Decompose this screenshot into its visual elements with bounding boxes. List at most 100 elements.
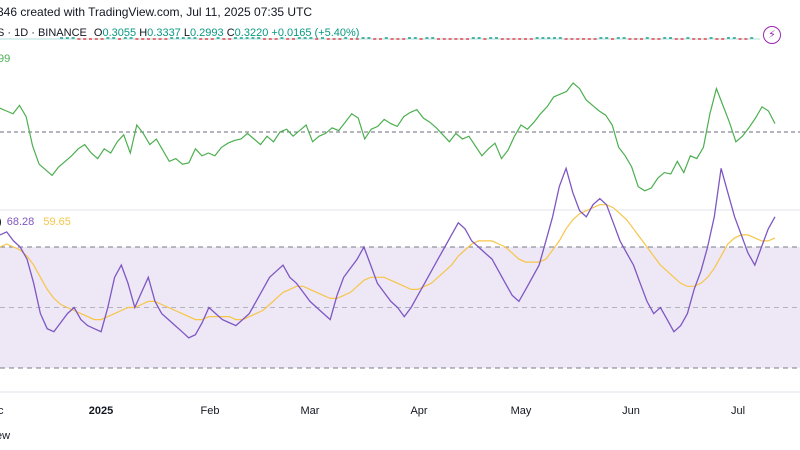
ribbon-candle <box>158 38 162 40</box>
ribbon-candle <box>268 38 272 40</box>
ribbon-candle <box>709 37 713 39</box>
indicator-line <box>0 82 776 192</box>
ribbon-candle <box>437 38 440 40</box>
time-axis-label: c <box>0 405 4 417</box>
ribbon-candle <box>645 37 649 39</box>
ribbon-candle <box>280 37 284 39</box>
ribbon-candle <box>587 38 591 40</box>
ribbon-candle <box>361 37 365 39</box>
ribbon-candle <box>674 38 678 40</box>
ribbon-candle <box>686 37 690 39</box>
chart-canvas[interactable]: c 2025 Feb Mar Apr May Jun Jul <box>0 0 800 450</box>
ribbon-candle <box>425 37 429 39</box>
ribbon-candle <box>454 38 458 40</box>
ribbon-candle <box>65 37 69 39</box>
ribbon-candle <box>228 38 232 40</box>
time-axis-label: Jul <box>731 405 745 417</box>
ribbon-candle <box>326 38 330 40</box>
ribbon-candle <box>245 37 249 39</box>
ribbon-candle <box>732 37 736 39</box>
ribbon-candle <box>593 38 597 40</box>
ribbon-candle <box>524 38 527 40</box>
ribbon-candle <box>390 38 394 40</box>
ribbon-candle <box>419 38 423 40</box>
ribbon-candle <box>576 38 580 40</box>
ribbon-candle <box>152 38 156 40</box>
ribbon-candle <box>599 37 603 39</box>
ribbon-candle <box>332 38 336 40</box>
ribbon-candle <box>355 38 359 40</box>
ribbon-candle <box>176 37 179 39</box>
ribbon-candle <box>199 38 203 40</box>
ribbon-candle <box>622 37 626 39</box>
ribbon-candle <box>263 38 266 40</box>
ribbon-candle <box>460 38 464 40</box>
ribbon-candle <box>83 38 87 40</box>
ribbon-candle <box>239 37 243 39</box>
ribbon-candle <box>274 38 278 40</box>
footer-view-label[interactable]: ew <box>0 430 10 442</box>
ribbon-candle <box>118 38 121 40</box>
ribbon-candle <box>721 38 725 40</box>
ribbon-candle <box>402 38 406 40</box>
time-axis[interactable]: c 2025 Feb Mar Apr May Jun Jul <box>0 405 745 417</box>
ribbon-candle <box>738 38 742 40</box>
ribbon-candle <box>309 37 313 39</box>
ribbon-candle <box>187 37 191 39</box>
ribbon-candle <box>303 37 307 39</box>
ribbon-candle <box>379 38 382 40</box>
time-axis-label: Jun <box>622 405 640 417</box>
ribbon-candle <box>205 38 208 40</box>
ribbon-candle <box>164 38 168 40</box>
time-axis-label: Apr <box>410 405 427 417</box>
ribbon-candle <box>466 38 469 40</box>
ribbon-candle <box>483 38 487 40</box>
ribbon-candle <box>181 37 185 39</box>
ribbon-candle <box>663 37 667 39</box>
ribbon-candle <box>396 38 400 40</box>
ribbon-candle <box>692 38 696 40</box>
ribbon-candle <box>135 38 139 40</box>
ribbon-candle <box>77 38 81 40</box>
ribbon-candle <box>715 38 719 40</box>
ribbon-candle <box>141 38 145 40</box>
ribbon-candle <box>234 37 237 39</box>
ribbon-candle <box>100 38 104 40</box>
ribbon-candle <box>651 38 655 40</box>
ribbon-candle <box>495 37 498 39</box>
ribbon-candle <box>106 37 110 39</box>
ribbon-candle <box>60 37 63 39</box>
ribbon-candle <box>558 37 562 39</box>
ribbon-candle <box>71 37 75 39</box>
ribbon-candle <box>489 37 493 39</box>
ribbon-candle <box>350 38 353 40</box>
ribbon-candle <box>703 38 707 40</box>
ribbon-candle <box>344 37 348 39</box>
ribbon-candle <box>170 37 174 39</box>
ribbon-candle <box>471 37 475 39</box>
ribbon-candle <box>129 37 133 39</box>
ribbon-candle <box>94 38 98 40</box>
ribbon-candle <box>89 38 92 40</box>
ribbon-candle <box>512 38 516 40</box>
ribbon-candle <box>297 37 301 39</box>
ribbon-candle <box>744 38 748 40</box>
ribbon-candle <box>257 37 261 39</box>
time-axis-label: May <box>511 405 532 417</box>
ribbon-candle <box>338 38 342 40</box>
ribbon-candle <box>222 38 226 40</box>
ribbon-candle <box>193 37 197 39</box>
ribbon-candle <box>616 37 620 39</box>
ribbon-candle <box>628 38 632 40</box>
ribbon-candle <box>541 37 545 39</box>
ribbon-candle <box>611 38 614 40</box>
ribbon-candle <box>657 38 661 40</box>
ribbon-candle <box>286 38 290 40</box>
ribbon-candle <box>321 37 324 39</box>
ribbon-candle <box>216 37 220 39</box>
ribbon-candle <box>477 37 481 39</box>
ribbon-candle <box>529 38 533 40</box>
ribbon-candle <box>535 37 539 39</box>
ribbon-candle <box>605 37 609 39</box>
ribbon-candle <box>292 38 295 40</box>
